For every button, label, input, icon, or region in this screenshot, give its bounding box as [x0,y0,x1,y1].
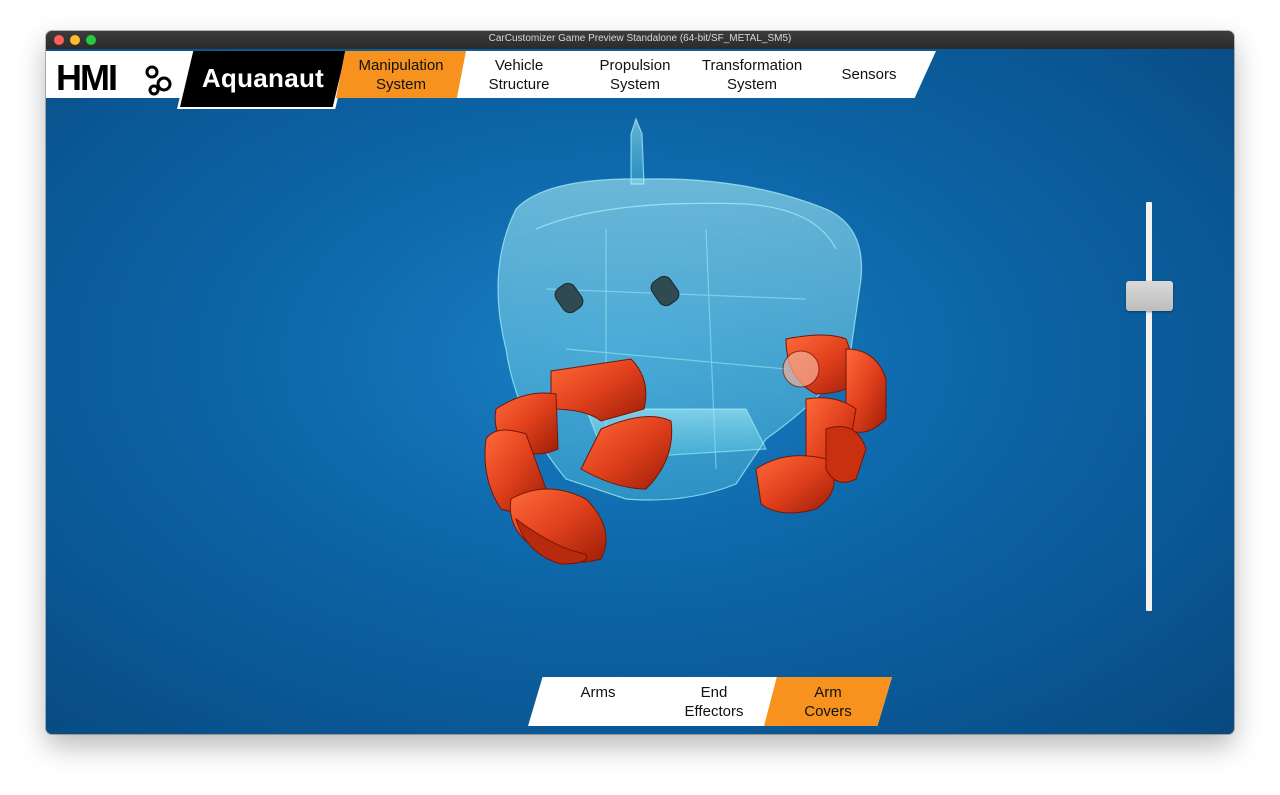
tab-arm-covers[interactable]: Arm Covers [764,677,892,726]
tab-label: Arms [580,684,616,701]
hmi-logo-text: HMI [56,58,116,98]
brand-badge: Aquanaut [180,51,346,107]
3d-viewport[interactable]: HMI Aquanaut Manipulation System Vehicle… [46,49,1234,734]
tab-label: Transformation System [701,56,803,93]
tab-transformation-system[interactable]: Transformation System [691,51,813,98]
title-bar[interactable]: CarCustomizer Game Preview Standalone (6… [46,31,1234,50]
tab-vehicle-structure[interactable]: Vehicle Structure [466,51,572,98]
brand-name: Aquanaut [201,63,325,93]
tab-label: Arm Covers [804,683,852,720]
tab-end-effectors[interactable]: End Effectors [658,677,770,726]
tab-label: Vehicle Structure [488,56,550,93]
tab-arms[interactable]: Arms [538,677,658,726]
tab-manipulation-system[interactable]: Manipulation System [336,51,466,98]
zoom-slider-thumb[interactable] [1126,281,1173,312]
hmi-logo: HMI [56,58,172,98]
window-title: CarCustomizer Game Preview Standalone (6… [488,33,792,44]
app-window: CarCustomizer Game Preview Standalone (6… [46,31,1234,734]
tab-label: End Effectors [684,683,744,720]
tab-label: Propulsion System [599,56,671,93]
aquanaut-model[interactable] [46,49,1234,734]
zoom-slider-track[interactable] [1146,202,1152,611]
tab-propulsion-system[interactable]: Propulsion System [582,51,688,98]
tab-label: Sensors [841,66,897,83]
gear-icon [145,65,172,96]
tab-label: Manipulation System [358,56,444,93]
sub-navigation: Arms End Effectors Arm Covers [528,677,892,726]
tab-sensors[interactable]: Sensors [816,51,922,98]
